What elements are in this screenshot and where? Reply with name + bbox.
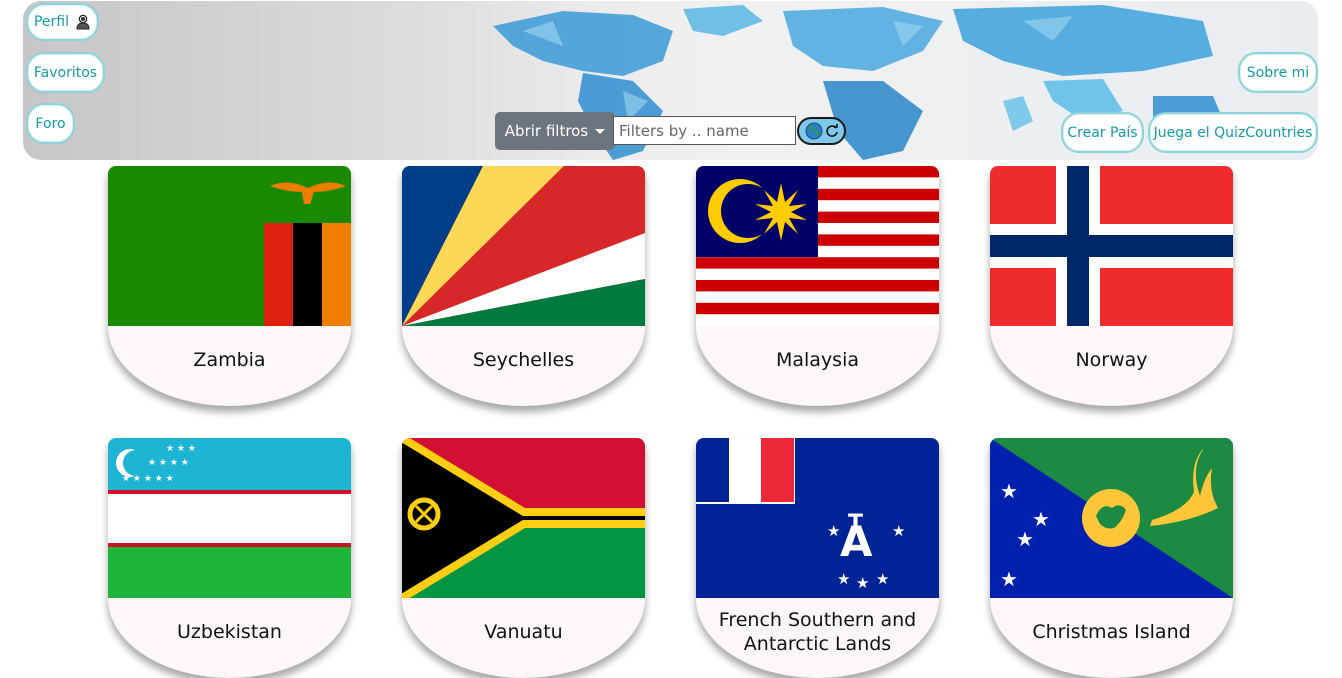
country-name: Vanuatu bbox=[484, 621, 563, 643]
svg-text:★ ★ ★: ★ ★ ★ bbox=[166, 444, 196, 454]
country-card-norway[interactable]: Norway bbox=[990, 166, 1233, 406]
country-name: Norway bbox=[1075, 349, 1148, 371]
search-globe-button[interactable] bbox=[797, 117, 846, 145]
flag-seychelles bbox=[402, 166, 645, 326]
flag-malaysia bbox=[696, 166, 939, 326]
perfil-button[interactable]: Perfil bbox=[26, 3, 99, 41]
globe-icon bbox=[805, 122, 822, 140]
abrir-filtros-button[interactable]: Abrir filtros bbox=[495, 112, 615, 150]
flag-zambia bbox=[108, 166, 351, 326]
flag-christmas-island: ★ ★ ★ ★ bbox=[990, 438, 1233, 598]
caret-down-icon bbox=[595, 128, 606, 134]
svg-text:★: ★ bbox=[827, 522, 840, 540]
country-card-christmas-island[interactable]: ★ ★ ★ ★ Christmas Island bbox=[990, 438, 1233, 678]
user-icon bbox=[76, 14, 90, 30]
country-name: Uzbekistan bbox=[177, 621, 282, 643]
favoritos-button[interactable]: Favoritos bbox=[26, 52, 105, 93]
country-card-french-southern-lands[interactable]: A T ★ ★ ★ ★ ★ French Southern and Antarc… bbox=[696, 438, 939, 678]
crear-pais-button[interactable]: Crear País bbox=[1061, 112, 1144, 153]
flag-vanuatu bbox=[402, 438, 645, 598]
perfil-label: Perfil bbox=[33, 14, 70, 30]
svg-text:★: ★ bbox=[876, 570, 889, 588]
svg-text:★: ★ bbox=[1000, 567, 1018, 591]
svg-text:★: ★ bbox=[837, 570, 850, 588]
sobre-mi-button[interactable]: Sobre mi bbox=[1238, 52, 1318, 93]
svg-text:★ ★ ★ ★: ★ ★ ★ ★ bbox=[148, 458, 189, 468]
country-name: Christmas Island bbox=[1032, 621, 1191, 643]
flag-norway bbox=[990, 166, 1233, 326]
foro-button[interactable]: Foro bbox=[26, 103, 75, 144]
abrir-filtros-label: Abrir filtros bbox=[504, 122, 589, 140]
svg-text:★: ★ bbox=[856, 574, 869, 592]
country-card-zambia[interactable]: Zambia bbox=[108, 166, 351, 406]
country-card-vanuatu[interactable]: Vanuatu bbox=[402, 438, 645, 678]
svg-text:★: ★ bbox=[1016, 527, 1034, 551]
country-card-uzbekistan[interactable]: ★ ★ ★ ★ ★ ★ ★ ★ ★ ★ ★ ★ Uzbekistan bbox=[108, 438, 351, 678]
country-name: Seychelles bbox=[472, 349, 575, 371]
svg-text:★: ★ bbox=[1032, 507, 1050, 531]
reload-icon bbox=[825, 124, 838, 137]
country-card-seychelles[interactable]: Seychelles bbox=[402, 166, 645, 406]
country-card-malaysia[interactable]: Malaysia bbox=[696, 166, 939, 406]
quiz-button[interactable]: Juega el QuizCountries bbox=[1148, 112, 1318, 153]
search-input[interactable] bbox=[613, 116, 796, 145]
country-name: Zambia bbox=[193, 349, 266, 371]
svg-text:★: ★ bbox=[1000, 479, 1018, 503]
svg-text:★ ★ ★ ★ ★: ★ ★ ★ ★ ★ bbox=[122, 474, 174, 484]
country-name: French Southern and Antarctic Lands bbox=[718, 609, 917, 655]
flag-uzbekistan: ★ ★ ★ ★ ★ ★ ★ ★ ★ ★ ★ ★ bbox=[108, 438, 351, 598]
svg-text:★: ★ bbox=[892, 522, 905, 540]
svg-text:T: T bbox=[848, 511, 863, 536]
flag-french-southern-lands: A T ★ ★ ★ ★ ★ bbox=[696, 438, 939, 598]
country-name: Malaysia bbox=[775, 349, 860, 371]
